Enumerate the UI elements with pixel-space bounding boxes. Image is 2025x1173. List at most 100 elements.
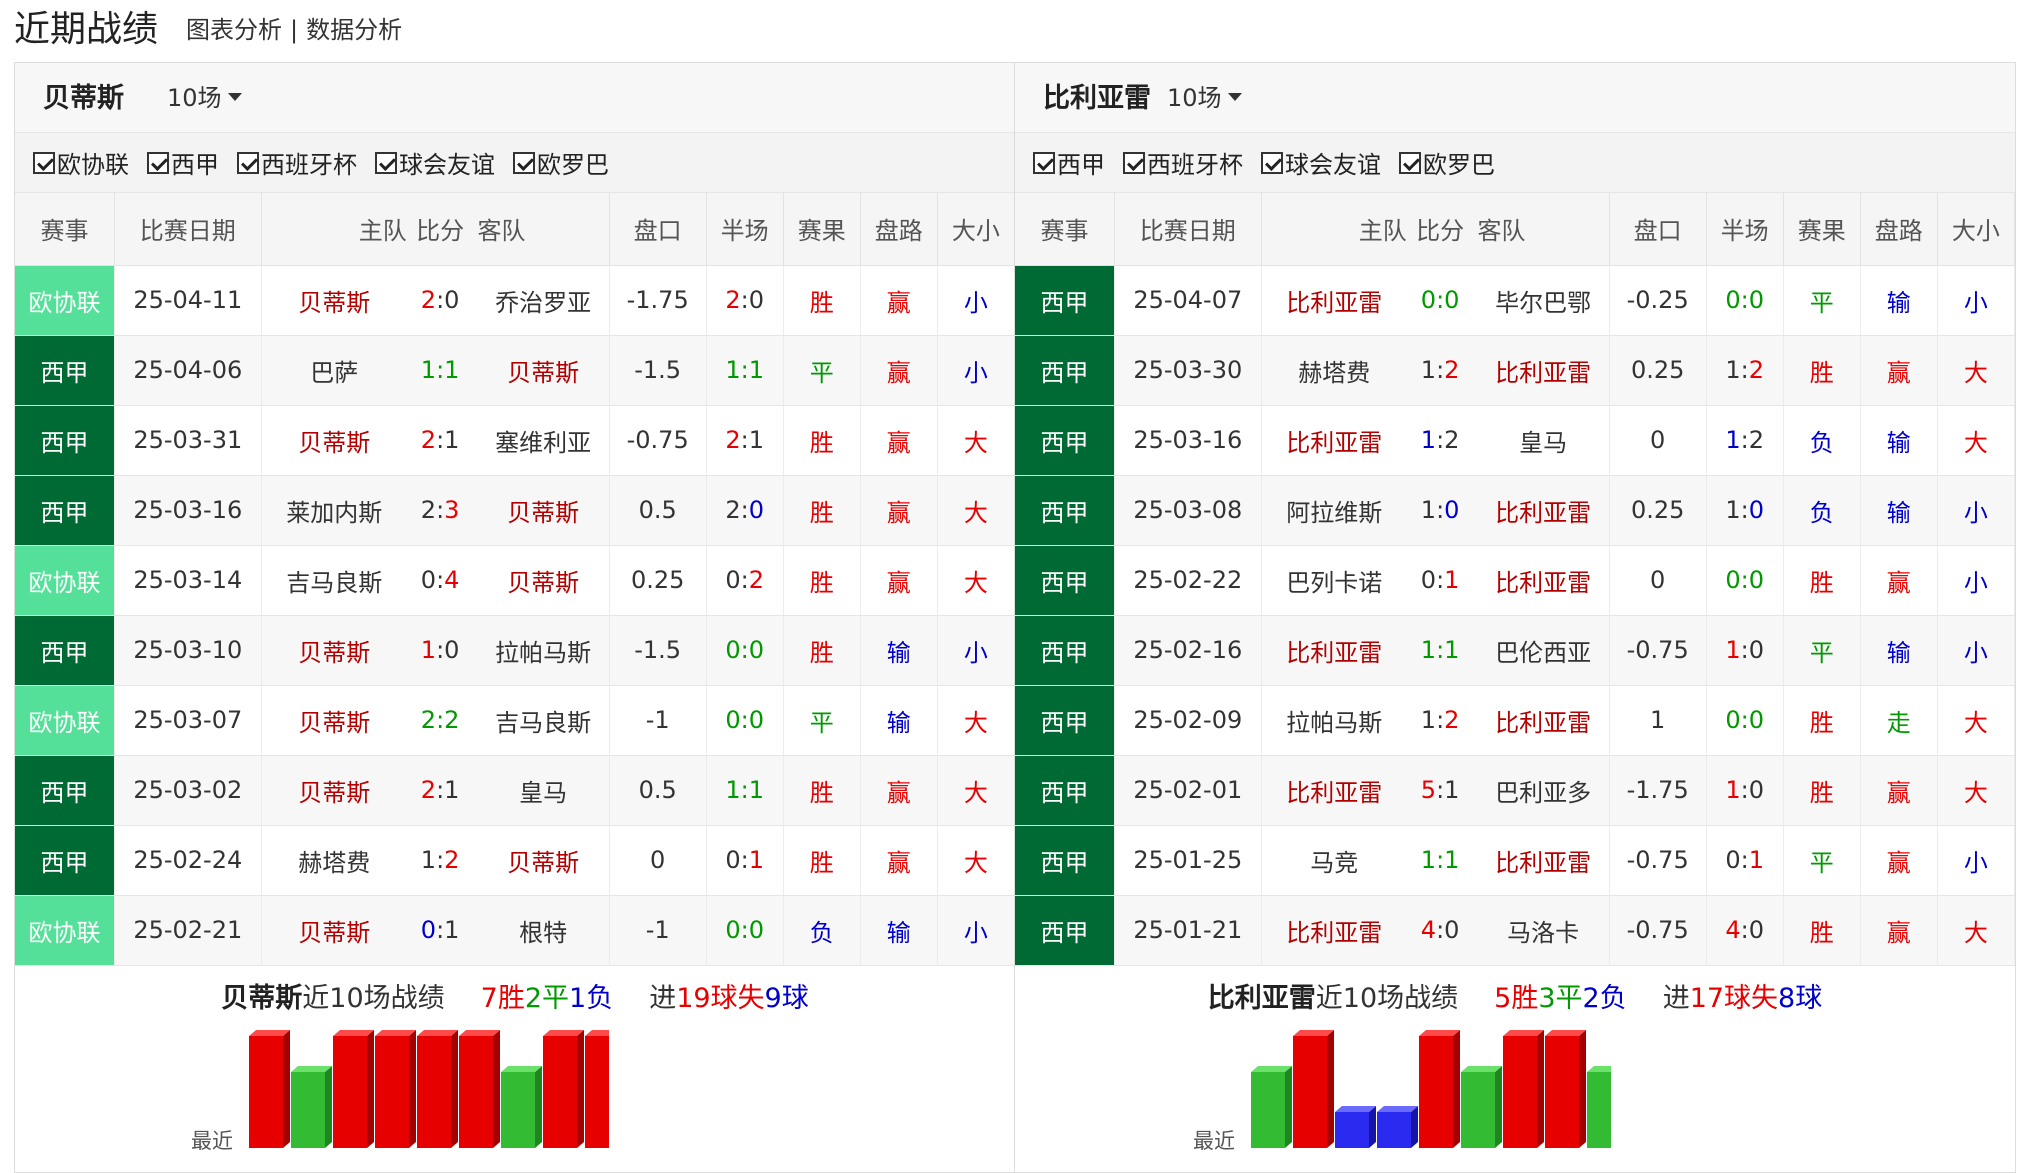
competition-cell[interactable]: 西甲 <box>1015 825 1115 896</box>
table-row[interactable]: 西甲 25-03-30 赫塔费 1:2 比利亚雷 0.25 1:2 胜赢大 <box>1015 335 2015 406</box>
away-team-cell[interactable]: 毕尔巴鄂 <box>1467 265 1610 336</box>
away-team-cell[interactable]: 贝蒂斯 <box>467 825 610 896</box>
competition-cell[interactable]: 欧协联 <box>15 545 115 616</box>
away-team-cell[interactable]: 贝蒂斯 <box>467 335 610 406</box>
competition-cell[interactable]: 西甲 <box>15 755 115 826</box>
data-analysis-link[interactable]: 数据分析 <box>306 16 402 44</box>
away-team-cell[interactable]: 巴利亚多 <box>1467 755 1610 826</box>
home-team-cell[interactable]: 赫塔费 <box>1261 335 1413 406</box>
table-row[interactable]: 欧协联 25-02-21 贝蒂斯 0:1 根特 -1 0:0 负输小 <box>15 895 1015 966</box>
table-row[interactable]: 西甲 25-02-22 巴列卡诺 0:1 比利亚雷 0 0:0 胜赢小 <box>1015 545 2015 616</box>
away-team-cell[interactable]: 比利亚雷 <box>1467 545 1610 616</box>
checkbox-checked-icon[interactable] <box>1123 151 1145 174</box>
away-team-cell[interactable]: 巴伦西亚 <box>1467 615 1610 686</box>
filter-checkbox[interactable]: 欧罗巴 <box>513 145 609 180</box>
filter-checkbox[interactable]: 西班牙杯 <box>1123 145 1243 180</box>
checkbox-checked-icon[interactable] <box>237 151 259 174</box>
home-team-cell[interactable]: 比利亚雷 <box>1261 895 1413 966</box>
table-row[interactable]: 西甲 25-01-21 比利亚雷 4:0 马洛卡 -0.75 4:0 胜赢大 <box>1015 895 2015 966</box>
competition-cell[interactable]: 西甲 <box>1015 335 1115 406</box>
filter-checkbox[interactable]: 球会友谊 <box>1261 145 1381 180</box>
competition-cell[interactable]: 西甲 <box>1015 265 1115 336</box>
away-team-cell[interactable]: 贝蒂斯 <box>467 475 610 546</box>
checkbox-checked-icon[interactable] <box>147 151 169 174</box>
away-team-cell[interactable]: 比利亚雷 <box>1467 685 1610 756</box>
competition-cell[interactable]: 西甲 <box>1015 615 1115 686</box>
table-row[interactable]: 西甲 25-02-24 赫塔费 1:2 贝蒂斯 0 0:1 胜赢大 <box>15 825 1015 896</box>
checkbox-checked-icon[interactable] <box>1399 151 1421 174</box>
home-team-cell[interactable]: 贝蒂斯 <box>261 615 413 686</box>
match-count-select[interactable]: 10场 <box>1167 81 1242 115</box>
away-team-cell[interactable]: 皇马 <box>1467 405 1610 476</box>
away-team-cell[interactable]: 拉帕马斯 <box>467 615 610 686</box>
filter-checkbox[interactable]: 欧协联 <box>33 145 129 180</box>
checkbox-checked-icon[interactable] <box>375 151 397 174</box>
table-row[interactable]: 西甲 25-02-09 拉帕马斯 1:2 比利亚雷 1 0:0 胜走大 <box>1015 685 2015 756</box>
table-row[interactable]: 欧协联 25-03-14 吉马良斯 0:4 贝蒂斯 0.25 0:2 胜赢大 <box>15 545 1015 616</box>
table-row[interactable]: 西甲 25-02-16 比利亚雷 1:1 巴伦西亚 -0.75 1:0 平输小 <box>1015 615 2015 686</box>
home-team-cell[interactable]: 巴萨 <box>261 335 413 406</box>
competition-cell[interactable]: 西甲 <box>15 615 115 686</box>
filter-checkbox[interactable]: 西班牙杯 <box>237 145 357 180</box>
home-team-cell[interactable]: 比利亚雷 <box>1261 405 1413 476</box>
away-team-cell[interactable]: 贝蒂斯 <box>467 545 610 616</box>
home-team-cell[interactable]: 吉马良斯 <box>261 545 413 616</box>
competition-cell[interactable]: 西甲 <box>15 825 115 896</box>
table-row[interactable]: 西甲 25-04-06 巴萨 1:1 贝蒂斯 -1.5 1:1 平赢小 <box>15 335 1015 406</box>
home-team-cell[interactable]: 赫塔费 <box>261 825 413 896</box>
away-team-cell[interactable]: 马洛卡 <box>1467 895 1610 966</box>
table-row[interactable]: 西甲 25-03-31 贝蒂斯 2:1 塞维利亚 -0.75 2:1 胜赢大 <box>15 405 1015 476</box>
competition-cell[interactable]: 西甲 <box>15 405 115 476</box>
away-team-cell[interactable]: 比利亚雷 <box>1467 335 1610 406</box>
away-team-cell[interactable]: 比利亚雷 <box>1467 475 1610 546</box>
away-team-cell[interactable]: 皇马 <box>467 755 610 826</box>
table-row[interactable]: 西甲 25-03-10 贝蒂斯 1:0 拉帕马斯 -1.5 0:0 胜输小 <box>15 615 1015 686</box>
filter-checkbox[interactable]: 西甲 <box>1033 145 1105 180</box>
away-team-cell[interactable]: 根特 <box>467 895 610 966</box>
home-team-cell[interactable]: 巴列卡诺 <box>1261 545 1413 616</box>
table-row[interactable]: 西甲 25-03-02 贝蒂斯 2:1 皇马 0.5 1:1 胜赢大 <box>15 755 1015 826</box>
home-team-cell[interactable]: 比利亚雷 <box>1261 615 1413 686</box>
table-row[interactable]: 西甲 25-03-16 比利亚雷 1:2 皇马 0 1:2 负输大 <box>1015 405 2015 476</box>
competition-cell[interactable]: 西甲 <box>1015 405 1115 476</box>
home-team-cell[interactable]: 贝蒂斯 <box>261 755 413 826</box>
away-team-cell[interactable]: 塞维利亚 <box>467 405 610 476</box>
home-team-cell[interactable]: 贝蒂斯 <box>261 685 413 756</box>
home-team-cell[interactable]: 马竞 <box>1261 825 1413 896</box>
competition-cell[interactable]: 西甲 <box>1015 545 1115 616</box>
home-team-cell[interactable]: 贝蒂斯 <box>261 895 413 966</box>
home-team-cell[interactable]: 贝蒂斯 <box>261 405 413 476</box>
home-team-cell[interactable]: 贝蒂斯 <box>261 265 413 336</box>
competition-cell[interactable]: 西甲 <box>15 475 115 546</box>
away-team-cell[interactable]: 比利亚雷 <box>1467 825 1610 896</box>
home-team-cell[interactable]: 莱加内斯 <box>261 475 413 546</box>
competition-cell[interactable]: 欧协联 <box>15 265 115 336</box>
table-row[interactable]: 欧协联 25-03-07 贝蒂斯 2:2 吉马良斯 -1 0:0 平输大 <box>15 685 1015 756</box>
table-row[interactable]: 西甲 25-04-07 比利亚雷 0:0 毕尔巴鄂 -0.25 0:0 平输小 <box>1015 265 2015 336</box>
competition-cell[interactable]: 西甲 <box>1015 755 1115 826</box>
home-team-cell[interactable]: 比利亚雷 <box>1261 755 1413 826</box>
chart-analysis-link[interactable]: 图表分析 <box>186 16 282 44</box>
filter-checkbox[interactable]: 西甲 <box>147 145 219 180</box>
competition-cell[interactable]: 西甲 <box>1015 895 1115 966</box>
table-row[interactable]: 西甲 25-02-01 比利亚雷 5:1 巴利亚多 -1.75 1:0 胜赢大 <box>1015 755 2015 826</box>
checkbox-checked-icon[interactable] <box>1033 151 1055 174</box>
checkbox-checked-icon[interactable] <box>33 151 55 174</box>
table-row[interactable]: 西甲 25-01-25 马竞 1:1 比利亚雷 -0.75 0:1 平赢小 <box>1015 825 2015 896</box>
away-team-cell[interactable]: 乔治罗亚 <box>467 265 610 336</box>
table-row[interactable]: 西甲 25-03-16 莱加内斯 2:3 贝蒂斯 0.5 2:0 胜赢大 <box>15 475 1015 546</box>
table-row[interactable]: 欧协联 25-04-11 贝蒂斯 2:0 乔治罗亚 -1.75 2:0 胜赢小 <box>15 265 1015 336</box>
match-count-select[interactable]: 10场 <box>167 81 242 115</box>
competition-cell[interactable]: 西甲 <box>1015 475 1115 546</box>
competition-cell[interactable]: 西甲 <box>15 335 115 406</box>
checkbox-checked-icon[interactable] <box>513 151 535 174</box>
table-row[interactable]: 西甲 25-03-08 阿拉维斯 1:0 比利亚雷 0.25 1:0 负输小 <box>1015 475 2015 546</box>
filter-checkbox[interactable]: 球会友谊 <box>375 145 495 180</box>
competition-cell[interactable]: 欧协联 <box>15 685 115 756</box>
home-team-cell[interactable]: 比利亚雷 <box>1261 265 1413 336</box>
home-team-cell[interactable]: 阿拉维斯 <box>1261 475 1413 546</box>
home-team-cell[interactable]: 拉帕马斯 <box>1261 685 1413 756</box>
filter-checkbox[interactable]: 欧罗巴 <box>1399 145 1495 180</box>
competition-cell[interactable]: 欧协联 <box>15 895 115 966</box>
competition-cell[interactable]: 西甲 <box>1015 685 1115 756</box>
